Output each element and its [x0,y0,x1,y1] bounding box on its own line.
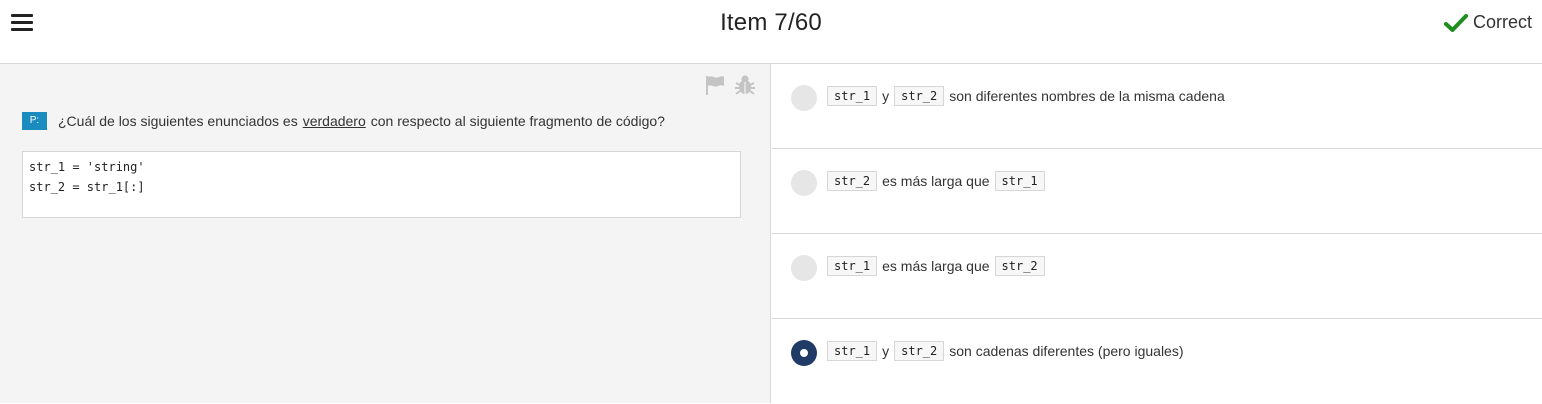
answer-option-4[interactable]: str_1 y str_2 son cadenas diferentes (pe… [772,319,1542,404]
option-text-segment: y [882,343,890,359]
inline-code: str_1 [827,256,878,276]
inline-code: str_2 [827,171,878,191]
answer-options: str_1 y str_2 son diferentes nombres de … [772,64,1542,403]
option-text-segment: son diferentes nombres de la misma caden… [949,88,1225,104]
question-emphasis: verdadero [302,113,366,129]
status-label: Correct [1472,12,1532,32]
radio-button-selected[interactable] [791,340,817,366]
code-line: str_1 = 'string' [29,160,145,174]
option-text-segment: es más larga que [882,173,990,189]
code-line: str_2 = str_1[:] [29,180,145,194]
bug-icon[interactable] [734,74,756,96]
radio-button[interactable] [791,170,817,196]
inline-code: str_2 [894,86,945,106]
question-tools [704,74,756,96]
flag-icon[interactable] [704,74,726,96]
question-badge: P: [22,112,47,130]
top-header: Item 7/60 Correct [0,0,1542,64]
question-text-after: con respecto al siguiente fragmento de c… [370,113,665,129]
answer-option-1[interactable]: str_1 y str_2 son diferentes nombres de … [772,64,1542,149]
option-text-segment: son cadenas diferentes (pero iguales) [949,343,1184,359]
inline-code: str_2 [894,341,945,361]
radio-button[interactable] [791,85,817,111]
answer-option-2[interactable]: str_2 es más larga que str_1 [772,149,1542,234]
option-text: str_1 y str_2 son cadenas diferentes (pe… [827,341,1184,361]
status-indicator: Correct [1443,12,1532,33]
option-text: str_1 es más larga que str_2 [827,256,1045,276]
item-title: Item 7/60 [720,9,822,36]
code-snippet: str_1 = 'string' str_2 = str_1[:] [22,151,741,218]
option-text: str_2 es más larga que str_1 [827,171,1045,191]
answer-option-3[interactable]: str_1 es más larga que str_2 [772,234,1542,319]
option-text-segment: y [882,88,890,104]
inline-code: str_1 [994,171,1045,191]
inline-code: str_1 [827,341,878,361]
radio-button[interactable] [791,255,817,281]
question-panel: P: ¿Cuál de los siguientes enunciados es… [0,64,771,403]
option-text: str_1 y str_2 son diferentes nombres de … [827,86,1225,106]
checkmark-icon [1443,13,1468,32]
question-text-before: ¿Cuál de los siguientes enunciados es [58,113,298,129]
option-text-segment: es más larga que [882,258,990,274]
inline-code: str_1 [827,86,878,106]
question-stem: P: ¿Cuál de los siguientes enunciados es… [22,112,665,130]
inline-code: str_2 [994,256,1045,276]
